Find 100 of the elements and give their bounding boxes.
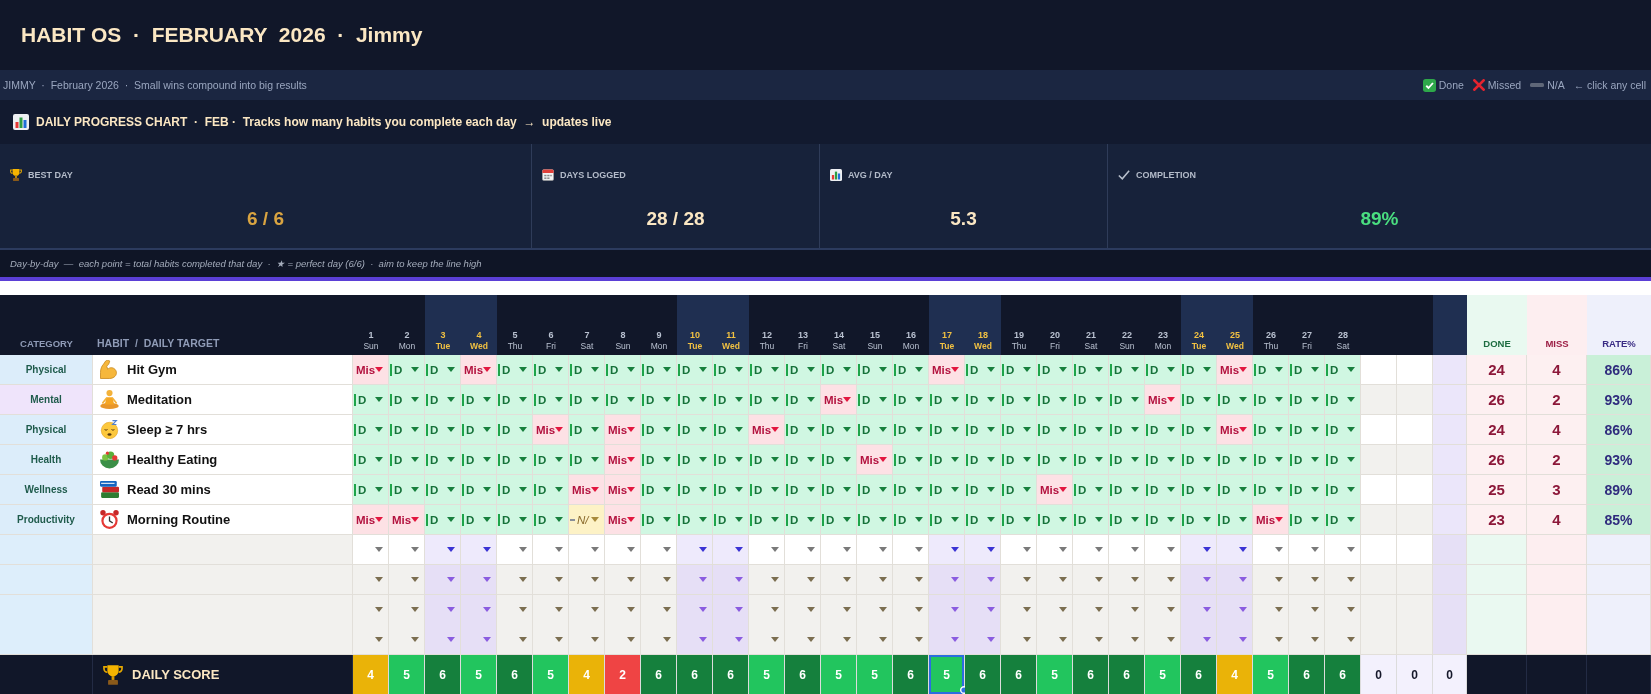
status-dropdown[interactable] xyxy=(1037,595,1073,655)
status-dropdown[interactable]: D xyxy=(1325,415,1361,445)
status-dropdown[interactable]: D xyxy=(1037,385,1073,415)
status-dropdown[interactable] xyxy=(1325,595,1361,655)
status-dropdown[interactable]: Mis xyxy=(749,415,785,445)
status-dropdown[interactable]: D xyxy=(1145,355,1181,385)
status-dropdown[interactable]: D xyxy=(1181,475,1217,505)
status-dropdown[interactable] xyxy=(1217,535,1253,565)
status-dropdown[interactable] xyxy=(1109,535,1145,565)
status-dropdown[interactable]: D xyxy=(353,445,389,475)
status-dropdown[interactable]: D xyxy=(1253,445,1289,475)
status-dropdown[interactable]: D xyxy=(749,385,785,415)
status-dropdown[interactable]: Mis xyxy=(1253,505,1289,535)
status-dropdown[interactable] xyxy=(497,595,533,655)
status-dropdown[interactable]: D xyxy=(533,505,569,535)
status-dropdown[interactable] xyxy=(821,565,857,595)
status-dropdown[interactable] xyxy=(785,595,821,655)
status-dropdown[interactable] xyxy=(1145,595,1181,655)
status-dropdown[interactable] xyxy=(785,565,821,595)
status-dropdown[interactable]: Mis xyxy=(605,505,641,535)
status-dropdown[interactable]: D xyxy=(857,505,893,535)
status-dropdown[interactable]: D xyxy=(1217,385,1253,415)
status-dropdown[interactable] xyxy=(569,535,605,565)
status-dropdown[interactable]: D xyxy=(1037,355,1073,385)
status-dropdown[interactable]: Mis xyxy=(389,505,425,535)
status-dropdown[interactable] xyxy=(641,595,677,655)
status-dropdown[interactable] xyxy=(569,565,605,595)
status-dropdown[interactable]: D xyxy=(1181,355,1217,385)
status-dropdown[interactable] xyxy=(929,565,965,595)
status-dropdown[interactable]: D xyxy=(1289,415,1325,445)
status-dropdown[interactable]: D xyxy=(965,385,1001,415)
status-dropdown[interactable] xyxy=(677,535,713,565)
status-dropdown[interactable] xyxy=(1073,535,1109,565)
status-dropdown[interactable]: D xyxy=(1289,385,1325,415)
status-dropdown[interactable]: D xyxy=(425,505,461,535)
status-dropdown[interactable] xyxy=(1109,565,1145,595)
status-dropdown[interactable]: D xyxy=(1325,505,1361,535)
status-dropdown[interactable] xyxy=(1253,535,1289,565)
status-dropdown[interactable]: D xyxy=(1181,415,1217,445)
status-dropdown[interactable]: D xyxy=(749,445,785,475)
status-dropdown[interactable]: Mis xyxy=(1145,385,1181,415)
status-dropdown[interactable]: D xyxy=(461,505,497,535)
status-dropdown[interactable]: Mis xyxy=(533,415,569,445)
status-dropdown[interactable]: Mis xyxy=(461,355,497,385)
status-dropdown[interactable] xyxy=(641,565,677,595)
status-dropdown[interactable]: D xyxy=(1145,415,1181,445)
status-dropdown[interactable] xyxy=(533,565,569,595)
status-dropdown[interactable] xyxy=(965,595,1001,655)
status-dropdown[interactable] xyxy=(929,535,965,565)
status-dropdown[interactable]: D xyxy=(1001,445,1037,475)
status-dropdown[interactable]: D xyxy=(425,415,461,445)
status-dropdown[interactable]: D xyxy=(929,415,965,445)
status-dropdown[interactable]: D xyxy=(389,385,425,415)
status-dropdown[interactable]: D xyxy=(785,415,821,445)
status-dropdown[interactable]: D xyxy=(1037,415,1073,445)
status-dropdown[interactable]: D xyxy=(1253,385,1289,415)
status-dropdown[interactable]: D xyxy=(677,415,713,445)
status-dropdown[interactable]: D xyxy=(857,415,893,445)
status-dropdown[interactable]: D xyxy=(785,385,821,415)
status-dropdown[interactable] xyxy=(1217,565,1253,595)
status-dropdown[interactable] xyxy=(677,565,713,595)
status-dropdown[interactable]: D xyxy=(965,505,1001,535)
status-dropdown[interactable] xyxy=(1289,535,1325,565)
status-dropdown[interactable]: D xyxy=(353,415,389,445)
status-dropdown[interactable] xyxy=(857,535,893,565)
status-dropdown[interactable] xyxy=(425,535,461,565)
status-dropdown[interactable]: D xyxy=(713,385,749,415)
status-dropdown[interactable] xyxy=(749,595,785,655)
status-dropdown[interactable] xyxy=(1181,565,1217,595)
status-dropdown[interactable]: D xyxy=(1109,415,1145,445)
status-dropdown[interactable]: D xyxy=(1181,385,1217,415)
status-dropdown[interactable]: D xyxy=(1001,415,1037,445)
status-dropdown[interactable]: D xyxy=(461,445,497,475)
status-dropdown[interactable]: Mis xyxy=(353,355,389,385)
status-dropdown[interactable]: D xyxy=(1289,355,1325,385)
status-dropdown[interactable]: Mis xyxy=(1217,415,1253,445)
status-dropdown[interactable]: D xyxy=(1037,445,1073,475)
status-dropdown[interactable]: D xyxy=(1073,445,1109,475)
status-dropdown[interactable]: D xyxy=(497,355,533,385)
status-dropdown[interactable] xyxy=(461,565,497,595)
status-dropdown[interactable] xyxy=(461,535,497,565)
status-dropdown[interactable]: D xyxy=(965,445,1001,475)
status-dropdown[interactable]: D xyxy=(785,505,821,535)
status-dropdown[interactable] xyxy=(713,535,749,565)
status-dropdown[interactable]: D xyxy=(1145,505,1181,535)
status-dropdown[interactable] xyxy=(893,595,929,655)
status-dropdown[interactable]: D xyxy=(677,445,713,475)
status-dropdown[interactable] xyxy=(857,565,893,595)
status-dropdown[interactable]: D xyxy=(1253,415,1289,445)
status-dropdown[interactable]: D xyxy=(641,475,677,505)
status-dropdown[interactable]: D xyxy=(533,475,569,505)
status-dropdown[interactable] xyxy=(353,565,389,595)
status-dropdown[interactable]: D xyxy=(749,355,785,385)
status-dropdown[interactable]: Mis xyxy=(857,445,893,475)
status-dropdown[interactable] xyxy=(965,535,1001,565)
status-dropdown[interactable] xyxy=(353,595,389,655)
status-dropdown[interactable]: D xyxy=(497,475,533,505)
status-dropdown[interactable] xyxy=(1253,565,1289,595)
status-dropdown[interactable] xyxy=(497,565,533,595)
status-dropdown[interactable] xyxy=(1145,565,1181,595)
